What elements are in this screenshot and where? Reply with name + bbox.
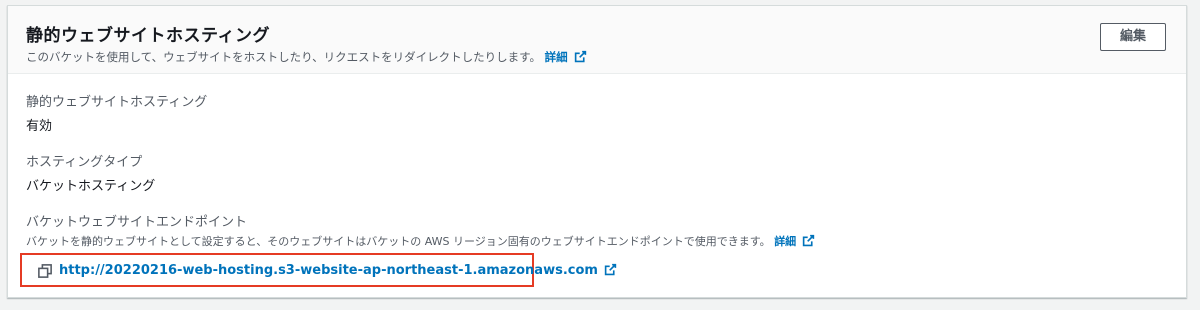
endpoint-url: http://20220216-web-hosting.s3-website-a… (59, 263, 598, 278)
hosting-value: 有効 (26, 119, 53, 134)
endpoint-url-link[interactable]: http://20220216-web-hosting.s3-website-a… (59, 263, 617, 278)
panel-header: 静的ウェブサイトホスティング このバケットを使用して、ウェブサイトをホストしたり… (8, 6, 1186, 74)
hosting-label: 静的ウェブサイトホスティング (26, 95, 208, 110)
info-link-label: 詳細 (544, 50, 568, 64)
external-link-icon (574, 50, 586, 63)
endpoint-description-text: バケットを静的ウェブサイトとして設定すると、そのウェブサイトはバケットの AWS… (26, 235, 771, 248)
copy-icon[interactable] (38, 264, 52, 278)
panel-title: 静的ウェブサイトホスティング (26, 26, 270, 46)
static-website-hosting-panel: 静的ウェブサイトホスティング このバケットを使用して、ウェブサイトをホストしたり… (7, 5, 1187, 298)
endpoint-highlight-box: http://20220216-web-hosting.s3-website-a… (20, 253, 617, 287)
info-link[interactable]: 詳細 (545, 50, 587, 64)
panel-description: このバケットを使用して、ウェブサイトをホストしたり、リクエストをリダイレクトした… (26, 49, 587, 65)
endpoint-label: バケットウェブサイトエンドポイント (26, 215, 248, 230)
endpoint-info-link[interactable]: 詳細 (774, 234, 815, 248)
panel-description-text: このバケットを使用して、ウェブサイトをホストしたり、リクエストをリダイレクトした… (26, 50, 541, 64)
endpoint-description: バケットを静的ウェブサイトとして設定すると、そのウェブサイトはバケットの AWS… (26, 233, 815, 249)
hosting-type-label: ホスティングタイプ (26, 155, 143, 170)
endpoint-info-link-label: 詳細 (774, 235, 797, 248)
hosting-type-value: バケットホスティング (26, 179, 156, 194)
external-link-icon (803, 234, 815, 247)
external-link-icon (604, 263, 617, 276)
edit-button[interactable]: 編集 (1100, 23, 1166, 51)
